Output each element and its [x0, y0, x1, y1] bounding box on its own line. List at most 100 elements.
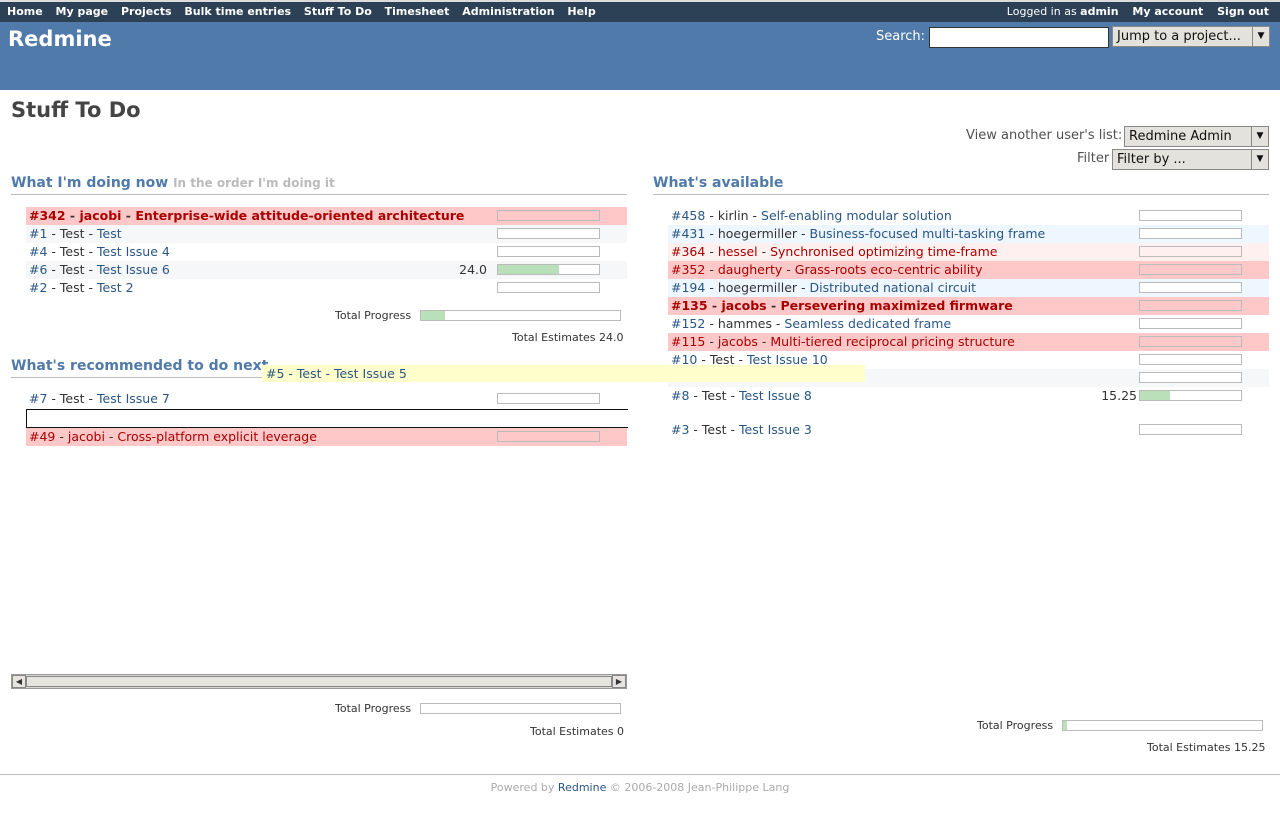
dragging-item[interactable]: #5 - Test - Test Issue 5: [262, 365, 865, 382]
issue-subject[interactable]: Business-focused multi-tasking frame: [810, 226, 1046, 241]
content: Stuff To Do View another user's list: Re…: [0, 90, 1280, 774]
scroll-right-button[interactable]: ▶: [612, 675, 626, 688]
issue-subject[interactable]: Enterprise-wide attitude-oriented archit…: [135, 208, 464, 223]
menu-sign-out[interactable]: Sign out: [1217, 5, 1269, 18]
issue-progress-bar: [497, 264, 600, 275]
issue-id[interactable]: #342: [29, 208, 66, 223]
separator: -: [757, 334, 771, 349]
issue-subject[interactable]: Grass-roots eco-centric ability: [795, 262, 983, 277]
menu-my-page[interactable]: My page: [56, 5, 109, 18]
issue-assignee: daugherty: [717, 262, 783, 277]
separator: -: [121, 208, 136, 223]
app-title[interactable]: Redmine: [8, 27, 112, 51]
separator: -: [84, 262, 97, 277]
separator: -: [84, 280, 97, 295]
issue-subject[interactable]: Synchronised optimizing time-frame: [770, 244, 997, 259]
footer-redmine-link[interactable]: Redmine: [558, 781, 606, 794]
scroll-thumb[interactable]: [26, 676, 612, 687]
issue-id[interactable]: #7: [29, 391, 47, 406]
issue-progress-bar: [497, 228, 600, 239]
search-input[interactable]: [929, 27, 1109, 48]
issue-estimate: 15.25: [1101, 388, 1137, 403]
filter-select[interactable]: Filter by ... ▼: [1112, 149, 1269, 170]
jump-to-project-label: Jump to a project...: [1117, 29, 1241, 44]
separator: -: [84, 226, 97, 241]
separator: -: [707, 298, 722, 313]
issue-subject[interactable]: Test Issue 8: [739, 388, 812, 403]
issue-subject[interactable]: Cross-platform explicit leverage: [117, 429, 317, 444]
issue-subject[interactable]: Persevering maximized firmware: [781, 298, 1013, 313]
menu-bulk-time-entries[interactable]: Bulk time entries: [184, 5, 291, 18]
issue-subject[interactable]: Test 2: [97, 280, 134, 295]
issue-assignee: jacobi: [79, 208, 122, 223]
drop-placeholder[interactable]: [26, 409, 628, 428]
issue-progress-bar: [1139, 336, 1242, 347]
progress-fill: [498, 265, 559, 274]
issue-subject[interactable]: Test Issue 3: [739, 422, 812, 437]
menu-timesheet[interactable]: Timesheet: [385, 5, 450, 18]
issue-progress-bar: [1139, 264, 1242, 275]
separator: -: [104, 429, 118, 444]
available-title: What's available: [653, 175, 784, 191]
separator: -: [47, 244, 60, 259]
menu-projects[interactable]: Projects: [121, 5, 172, 18]
issue-progress-bar: [1139, 354, 1242, 365]
issue-id[interactable]: #3: [671, 422, 689, 437]
issue-progress-bar: [1139, 424, 1242, 435]
separator: -: [766, 298, 781, 313]
progress-fill: [1140, 391, 1170, 400]
horizontal-scrollbar[interactable]: ◀ ▶: [11, 674, 627, 689]
issue-progress-bar: [497, 246, 600, 257]
menu-administration[interactable]: Administration: [462, 5, 554, 18]
view-other-user-label: View another user's list:: [966, 128, 1123, 143]
scroll-left-button[interactable]: ◀: [12, 675, 26, 688]
issue-progress-bar: [497, 210, 600, 221]
issue-id[interactable]: #1: [29, 226, 47, 241]
issue-id[interactable]: #6: [29, 262, 47, 277]
issue-id[interactable]: #4: [29, 244, 47, 259]
chevron-down-icon: ▼: [1252, 27, 1269, 46]
issue-id[interactable]: #194: [671, 280, 705, 295]
issue-id[interactable]: #8: [671, 388, 689, 403]
issue-subject[interactable]: Multi-tiered reciprocal pricing structur…: [770, 334, 1014, 349]
issue-id[interactable]: #115: [671, 334, 705, 349]
issue-progress-bar: [1139, 282, 1242, 293]
issue-id[interactable]: #152: [671, 316, 705, 331]
logged-in-user[interactable]: admin: [1080, 5, 1118, 18]
issue-id[interactable]: #2: [29, 280, 47, 295]
separator: -: [797, 226, 810, 241]
issue-subject[interactable]: Test Issue 4: [97, 244, 170, 259]
issue-subject[interactable]: Seamless dedicated frame: [784, 316, 951, 331]
avail-total-progress-bar: [1062, 720, 1263, 731]
search-label: Search:: [876, 29, 926, 44]
issue-subject[interactable]: Self-enabling modular solution: [761, 208, 952, 223]
view-other-user-select[interactable]: Redmine Admin ▼: [1124, 126, 1269, 147]
issue-progress-bar: [1139, 318, 1242, 329]
issue-id[interactable]: #352: [671, 262, 705, 277]
issue-subject[interactable]: Distributed national circuit: [810, 280, 977, 295]
menu-home[interactable]: Home: [7, 5, 43, 18]
doing-now-heading: What I'm doing now In the order I'm doin…: [11, 175, 627, 195]
separator: -: [84, 391, 97, 406]
issue-id[interactable]: #135: [671, 298, 708, 313]
recommended-title: What's recommended to do next: [11, 358, 269, 374]
menu-my-account[interactable]: My account: [1132, 5, 1203, 18]
menu-stuff-to-do[interactable]: Stuff To Do: [304, 5, 372, 18]
issue-subject[interactable]: Test Issue 7: [97, 391, 170, 406]
top-menu-left: Home My page Projects Bulk time entries …: [7, 5, 605, 18]
separator: -: [705, 208, 718, 223]
separator: -: [65, 208, 80, 223]
issue-id[interactable]: #49: [29, 429, 55, 444]
menu-help[interactable]: Help: [567, 5, 595, 18]
filter-value: Filter by ...: [1117, 152, 1186, 167]
issue-assignee: jacobi: [67, 429, 105, 444]
jump-to-project-select[interactable]: Jump to a project... ▼: [1112, 26, 1270, 47]
issue-subject[interactable]: Test: [97, 226, 122, 241]
issue-assignee: Test: [701, 388, 727, 403]
issue-id[interactable]: #364: [671, 244, 705, 259]
issue-id[interactable]: #431: [671, 226, 705, 241]
issue-progress-bar: [1139, 372, 1242, 383]
rec-total-progress-label: Total Progress: [335, 702, 412, 715]
issue-subject[interactable]: Test Issue 6: [97, 262, 170, 277]
issue-id[interactable]: #458: [671, 208, 705, 223]
